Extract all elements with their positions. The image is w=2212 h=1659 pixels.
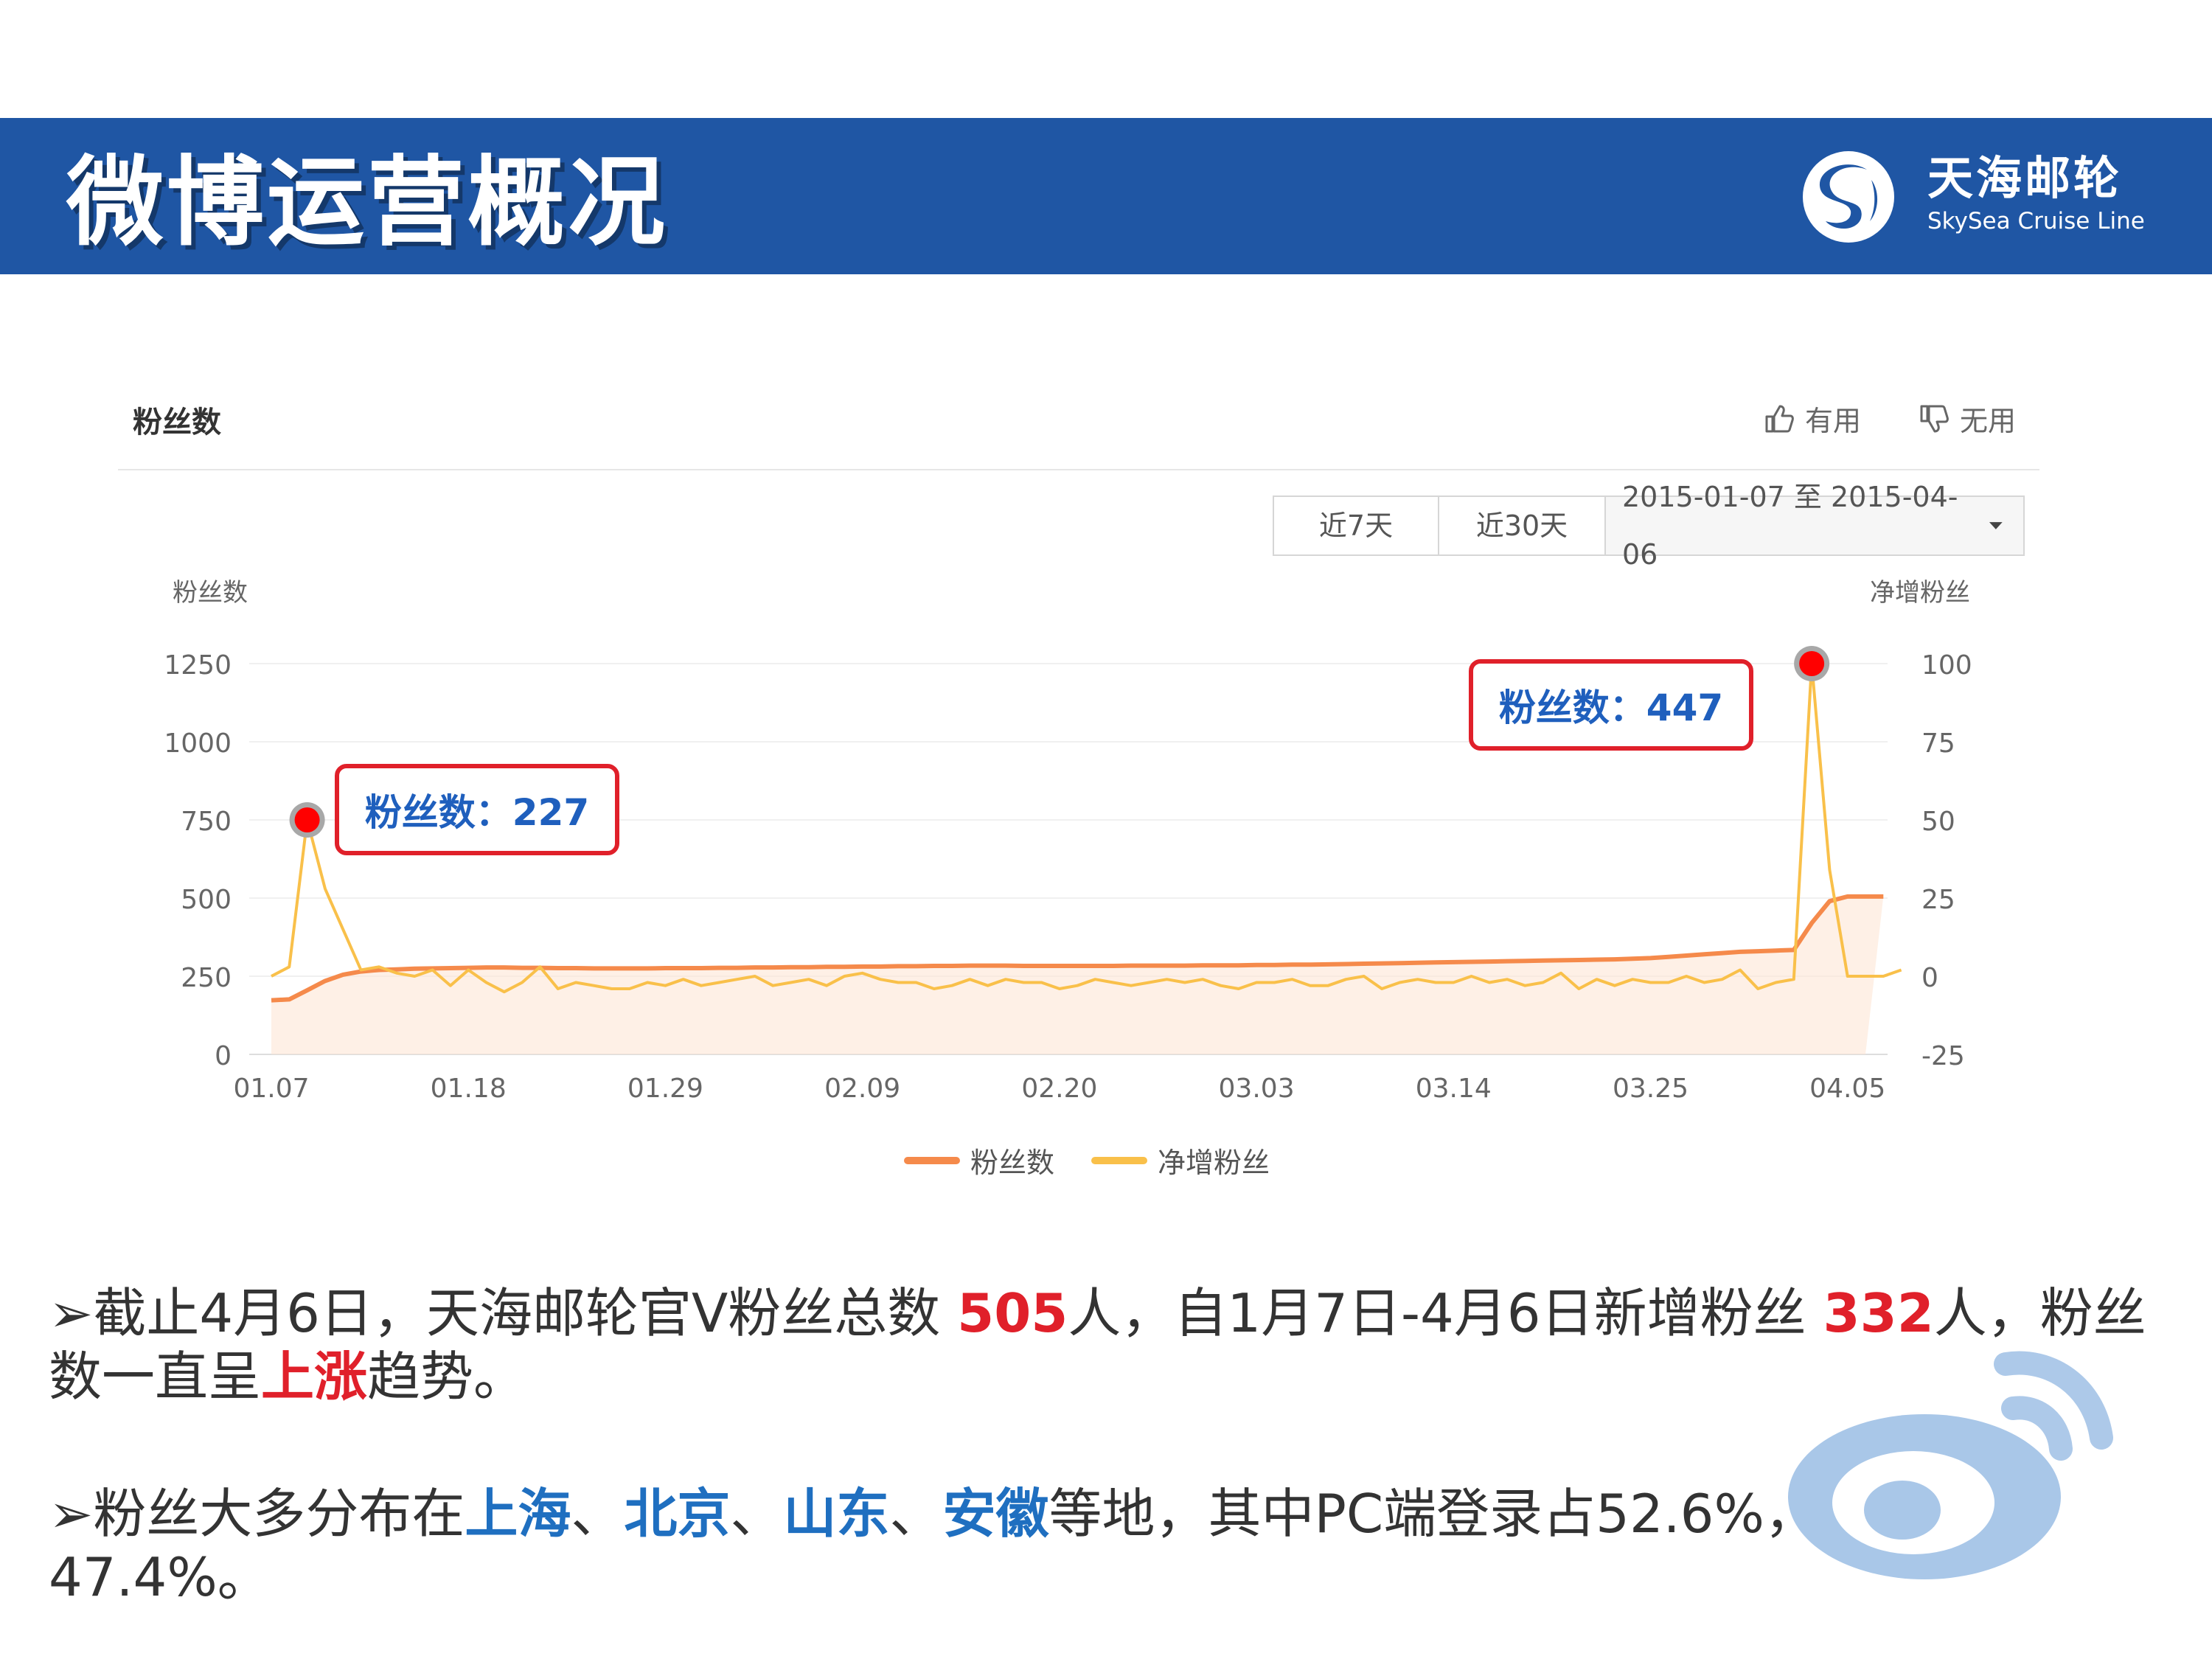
- callout-fans-227: 粉丝数：227: [335, 764, 619, 855]
- x-tick-label: 01.29: [627, 1074, 703, 1104]
- legend-label-net-growth: 净增粉丝: [1158, 1147, 1270, 1179]
- highlight-point: [294, 807, 320, 832]
- legend-label-fans: 粉丝数: [970, 1147, 1055, 1179]
- left-tick-label: 1250: [164, 650, 232, 681]
- left-tick-label: 0: [215, 1041, 232, 1071]
- summary-2-segment: ➢粉丝大多分布在: [49, 1483, 465, 1545]
- summary-2-segment: 北京: [624, 1483, 731, 1545]
- series-area-fans: [271, 896, 1884, 1054]
- summary-1-segment: 人，自1月7日-4月6日新增粉丝: [1068, 1282, 1823, 1344]
- x-tick-label: 02.09: [824, 1074, 900, 1104]
- legend-item-fans[interactable]: 粉丝数: [904, 1140, 1054, 1180]
- summary-2-segment: 、: [889, 1483, 943, 1545]
- summary-1-segment: 趋势。: [367, 1346, 527, 1408]
- left-tick-label: 750: [181, 807, 232, 837]
- x-tick-label: 01.07: [233, 1074, 309, 1104]
- summary-2-segment: 安徽: [942, 1483, 1049, 1545]
- summary-2-segment: 、: [571, 1483, 625, 1545]
- x-tick-label: 03.14: [1416, 1074, 1492, 1104]
- x-tick-label: 02.20: [1021, 1074, 1097, 1104]
- left-tick-label: 250: [181, 963, 232, 993]
- x-tick-label: 03.03: [1219, 1074, 1295, 1104]
- right-tick-label: 75: [1921, 728, 1955, 759]
- summary-2-segment: 上海: [465, 1483, 571, 1545]
- right-tick-label: 25: [1921, 885, 1955, 915]
- highlight-point: [1799, 651, 1825, 676]
- summary-1-segment: 上涨: [261, 1346, 368, 1408]
- x-tick-label: 01.18: [431, 1074, 507, 1104]
- x-tick-label: 04.05: [1809, 1074, 1885, 1104]
- callout-fans-447: 粉丝数：447: [1469, 659, 1753, 751]
- left-tick-label: 1000: [164, 728, 232, 759]
- summary-1-segment: ➢截止4月6日，天海邮轮官V粉丝总数: [49, 1282, 958, 1344]
- legend-item-net-growth[interactable]: 净增粉丝: [1091, 1140, 1270, 1180]
- right-tick-label: -25: [1921, 1041, 1965, 1071]
- summary-2-segment: 、: [730, 1483, 784, 1545]
- legend-swatch-net-growth: [1091, 1156, 1147, 1164]
- right-tick-label: 100: [1921, 650, 1972, 681]
- legend-swatch-fans: [904, 1156, 960, 1164]
- right-tick-label: 0: [1921, 963, 1938, 993]
- x-tick-label: 03.25: [1613, 1074, 1688, 1104]
- summary-2-segment: 山东: [783, 1483, 890, 1545]
- left-tick-label: 500: [181, 885, 232, 915]
- weibo-logo-icon: [1788, 1351, 2113, 1579]
- summary-1-segment: 505: [957, 1282, 1068, 1344]
- right-tick-label: 50: [1921, 807, 1955, 837]
